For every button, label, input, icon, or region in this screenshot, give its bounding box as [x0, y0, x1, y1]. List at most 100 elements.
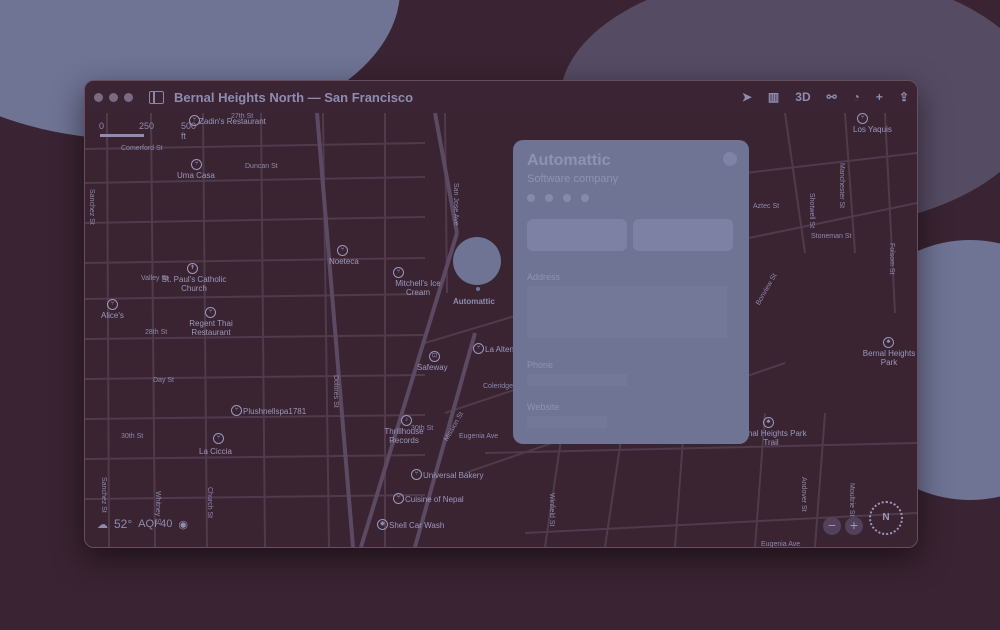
- poi-icon[interactable]: ⑂: [411, 469, 422, 480]
- close-card-button[interactable]: [723, 152, 737, 166]
- car-wash-icon[interactable]: ◉: [377, 519, 388, 530]
- poi-label[interactable]: Zadin's Restaurant: [199, 117, 266, 126]
- shopping-cart-icon[interactable]: ⊡: [429, 351, 440, 362]
- aqi-value: AQI 40: [138, 518, 173, 530]
- window-controls: [94, 92, 133, 102]
- poi-icon[interactable]: ⑂: [107, 299, 118, 310]
- street-label: Sanchez St: [88, 189, 95, 225]
- poi-icon[interactable]: ♪: [401, 415, 412, 426]
- zoom-controls: − +: [823, 517, 863, 535]
- street-label: Winfield St: [548, 493, 555, 527]
- poi-label[interactable]: Uma Casa: [177, 171, 215, 180]
- selected-location-label[interactable]: Automattic: [453, 297, 495, 306]
- poi-label[interactable]: Safeway: [417, 363, 448, 372]
- share-icon[interactable]: [581, 194, 589, 202]
- poi-icon[interactable]: ⑂: [337, 245, 348, 256]
- pin-point: [476, 287, 480, 291]
- poi-label[interactable]: Noeteca: [329, 257, 359, 266]
- phone-value[interactable]: [527, 374, 627, 386]
- compass-button[interactable]: N: [869, 501, 903, 535]
- street-label: Aztec St: [753, 203, 780, 210]
- street-label: Church St: [206, 487, 213, 519]
- poi-label[interactable]: Los Yaquis: [853, 125, 892, 134]
- poi-icon[interactable]: ⑂: [393, 493, 404, 504]
- map-mode-icon[interactable]: ▥: [768, 90, 779, 104]
- scale-label-0: 0: [99, 121, 105, 131]
- poi-label[interactable]: Cuisine of Nepal: [405, 495, 464, 504]
- street-label: Eugenia Ave: [761, 541, 801, 548]
- place-actions-row: [527, 194, 589, 202]
- add-icon[interactable]: +: [876, 90, 883, 104]
- map-canvas[interactable]: 0 250 500 ft 27th St Comerford St Duncan…: [85, 113, 917, 547]
- aqi-indicator-icon: ◉: [178, 518, 189, 531]
- poi-icon[interactable]: ⑂: [231, 405, 242, 416]
- directions-button[interactable]: [527, 219, 627, 251]
- toolbar: ➤ ▥ 3D ⚯ ◔ + ⇪: [742, 81, 909, 113]
- street-label: Moultrie St: [848, 483, 855, 517]
- poi-icon[interactable]: ⑂: [191, 159, 202, 170]
- street-label: 30th St: [121, 433, 144, 440]
- website-value[interactable]: [527, 416, 607, 428]
- call-button[interactable]: [633, 219, 733, 251]
- selected-location-pin[interactable]: [453, 237, 501, 285]
- poi-label[interactable]: La Ciccia: [199, 447, 232, 456]
- three-d-button[interactable]: 3D: [795, 90, 810, 104]
- street-label: Dolores St: [332, 375, 339, 408]
- poi-label[interactable]: Shell Car Wash: [389, 521, 444, 530]
- poi-label[interactable]: St. Paul's Catholic Church: [159, 275, 229, 293]
- street-label: Eugenia Ave: [459, 433, 499, 440]
- maps-window: Bernal Heights North — San Francisco ➤ ▥…: [84, 80, 918, 548]
- phone-heading: Phone: [527, 360, 554, 370]
- share-icon[interactable]: ⇪: [899, 90, 909, 104]
- temperature: 52°: [114, 517, 133, 531]
- address-value: [527, 286, 727, 338]
- street-label: Day St: [153, 377, 175, 384]
- minimize-window-button[interactable]: [109, 92, 118, 102]
- poi-icon[interactable]: ⑂: [393, 267, 404, 278]
- poi-label[interactable]: Regent Thai Restaurant: [183, 319, 239, 337]
- park-icon[interactable]: ♣: [763, 417, 774, 428]
- globe-icon[interactable]: [545, 194, 553, 202]
- zoom-out-button[interactable]: −: [823, 517, 841, 535]
- street-label: Andover St: [800, 477, 807, 512]
- close-window-button[interactable]: [94, 92, 103, 102]
- poi-icon[interactable]: ⑂: [205, 307, 216, 318]
- poi-icon[interactable]: ⑂: [473, 343, 484, 354]
- weather-widget[interactable]: ☁ 52° AQI 40 ◉: [97, 517, 188, 531]
- poi-label[interactable]: Plushnellspa1781: [243, 407, 306, 416]
- zoom-in-button[interactable]: +: [845, 517, 863, 535]
- website-heading: Website: [527, 402, 560, 412]
- street-label: Sanchez St: [100, 477, 107, 513]
- street-label: Stoneman St: [811, 233, 852, 240]
- street-label: Folsom St: [888, 243, 895, 275]
- street-label: San Jose Ave: [452, 183, 459, 226]
- poi-icon[interactable]: ⑂: [857, 113, 868, 124]
- street-label: Shotwell St: [808, 193, 815, 229]
- poi-label[interactable]: Mitchell's Ice Cream: [393, 279, 443, 297]
- poi-icon[interactable]: ⑂: [213, 433, 224, 444]
- window-title: Bernal Heights North — San Francisco: [174, 89, 414, 105]
- park-icon[interactable]: ♣: [883, 337, 894, 348]
- phone-icon[interactable]: [527, 194, 535, 202]
- poi-label[interactable]: Thrillhouse Records: [379, 427, 429, 445]
- location-arrow-icon[interactable]: ➤: [742, 90, 752, 104]
- scale-bar-line: [100, 134, 144, 137]
- cloud-icon: ☁: [97, 518, 108, 531]
- look-around-binoculars-icon[interactable]: ⚯: [827, 90, 837, 104]
- street-label: Duncan St: [245, 163, 278, 170]
- scale-label-250: 250: [139, 121, 155, 131]
- zoom-window-button[interactable]: [124, 92, 133, 102]
- street-label: 28th St: [145, 329, 168, 336]
- street-label: Manchester St: [838, 163, 845, 209]
- church-icon[interactable]: ✝: [187, 263, 198, 274]
- address-heading: Address: [527, 272, 561, 282]
- guides-icon[interactable]: ◔: [853, 90, 860, 104]
- star-icon[interactable]: [563, 194, 571, 202]
- sidebar-toggle-icon[interactable]: [149, 90, 164, 104]
- poi-label[interactable]: Universal Bakery: [423, 471, 483, 480]
- place-title: Automattic: [527, 152, 611, 169]
- street-label: Comerford St: [121, 145, 163, 152]
- title-bar: Bernal Heights North — San Francisco ➤ ▥…: [85, 81, 917, 113]
- poi-label[interactable]: Bernal Heights Park: [859, 349, 917, 367]
- poi-label[interactable]: Alice's: [101, 311, 124, 320]
